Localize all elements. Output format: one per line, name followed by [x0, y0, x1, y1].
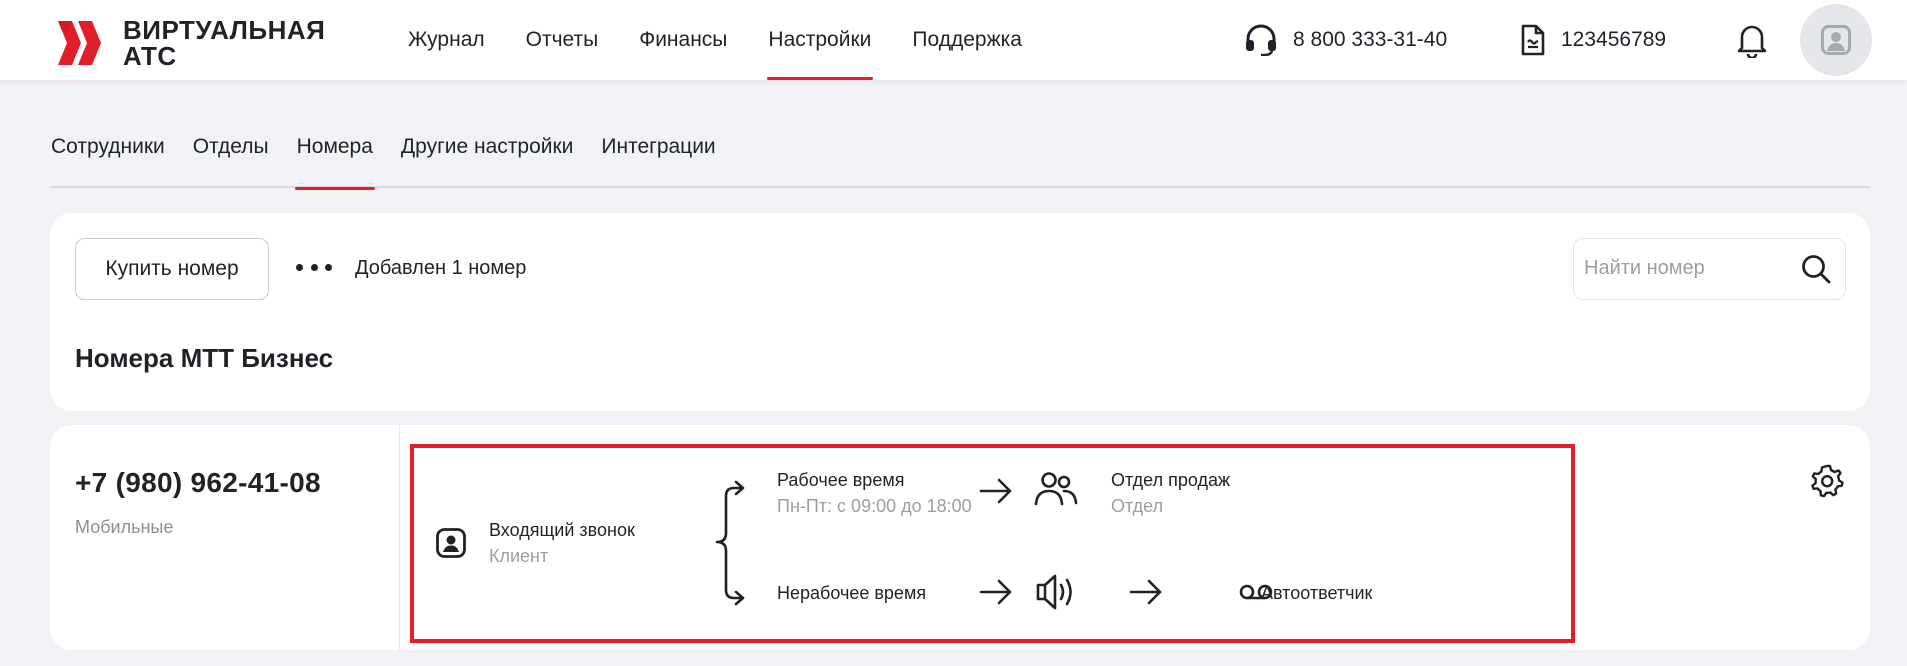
- arrow-right-icon: [1129, 579, 1162, 605]
- numbers-toolbar-card: Купить номер Добавлен 1 номер Номера МТТ…: [50, 213, 1870, 411]
- answering-machine-label: Автоответчик: [1261, 583, 1373, 603]
- user-avatar[interactable]: [1800, 4, 1872, 76]
- search-input[interactable]: [1584, 239, 1794, 298]
- search-icon[interactable]: [1801, 254, 1831, 284]
- phone-number: +7 (980) 962-41-08: [75, 467, 321, 498]
- headset-icon: [1246, 24, 1276, 56]
- account-number: 123456789: [1561, 28, 1667, 51]
- number-info: +7 (980) 962-41-08 Мобильные: [50, 425, 400, 650]
- nav-support[interactable]: Поддержка: [912, 0, 1022, 80]
- buy-number-button[interactable]: Купить номер: [75, 238, 269, 300]
- document-icon: [1521, 24, 1545, 56]
- tab-other-settings[interactable]: Другие настройки: [401, 122, 573, 188]
- contact-icon: [436, 528, 466, 558]
- number-card: +7 (980) 962-41-08 Мобильные Входящий зв…: [50, 425, 1870, 650]
- brand-logo[interactable]: ВИРТУАЛЬНАЯ АТС: [58, 17, 325, 69]
- support-phone: 8 800 333-31-40: [1293, 28, 1448, 51]
- double-chevron-logo-icon: [58, 21, 101, 65]
- nav-journal[interactable]: Журнал: [408, 0, 485, 80]
- arrow-right-icon: [979, 579, 1012, 605]
- tab-integrations[interactable]: Интеграции: [601, 122, 715, 188]
- nav-reports[interactable]: Отчеты: [526, 0, 599, 80]
- work-time-label: Рабочее время: [777, 470, 905, 490]
- work-time-schedule: Пн-Пт: с 09:00 до 18:00: [777, 496, 972, 516]
- bell-icon[interactable]: [1736, 22, 1768, 58]
- call-routing-scheme[interactable]: Входящий звонок Клиент Рабочее время Пн-…: [410, 444, 1575, 643]
- section-title: Номера МТТ Бизнес: [75, 343, 334, 373]
- phone-type: Мобильные: [75, 517, 174, 537]
- search-box: [1573, 238, 1846, 300]
- settings-subtabs: Сотрудники Отделы Номера Другие настройк…: [51, 122, 1870, 190]
- gear-icon[interactable]: [1810, 464, 1844, 498]
- speaker-icon: [1036, 574, 1072, 610]
- arrow-right-icon: [979, 478, 1012, 504]
- nav-settings[interactable]: Настройки: [767, 0, 874, 80]
- incoming-call-label: Входящий звонок: [489, 520, 635, 540]
- sales-department-label: Отдел продаж: [1111, 470, 1230, 490]
- incoming-call-sub: Клиент: [489, 546, 549, 566]
- support-phone-link[interactable]: 8 800 333-31-40: [1244, 24, 1447, 56]
- branch-brace-icon: [715, 480, 745, 606]
- sales-department-type: Отдел: [1111, 496, 1164, 516]
- main-nav: Журнал Отчеты Финансы Настройки Поддержк…: [408, 0, 1063, 80]
- brand-line-2: АТС: [123, 41, 177, 71]
- tab-numbers[interactable]: Номера: [294, 122, 376, 190]
- tab-departments[interactable]: Отделы: [193, 122, 269, 188]
- brand-line-1: ВИРТУАЛЬНАЯ: [123, 15, 326, 45]
- account-number-link[interactable]: 123456789: [1520, 24, 1666, 56]
- nav-finance[interactable]: Финансы: [639, 0, 727, 80]
- off-time-label: Нерабочее время: [777, 583, 927, 603]
- top-header: ВИРТУАЛЬНАЯ АТС Журнал Отчеты Финансы На…: [0, 0, 1907, 80]
- user-avatar-icon: [1821, 25, 1851, 55]
- group-icon: [1034, 472, 1078, 506]
- tab-employees[interactable]: Сотрудники: [51, 122, 165, 188]
- brand-name: ВИРТУАЛЬНАЯ АТС: [123, 17, 325, 69]
- added-count-text: Добавлен 1 номер: [355, 257, 527, 279]
- more-dots-icon[interactable]: [296, 252, 332, 282]
